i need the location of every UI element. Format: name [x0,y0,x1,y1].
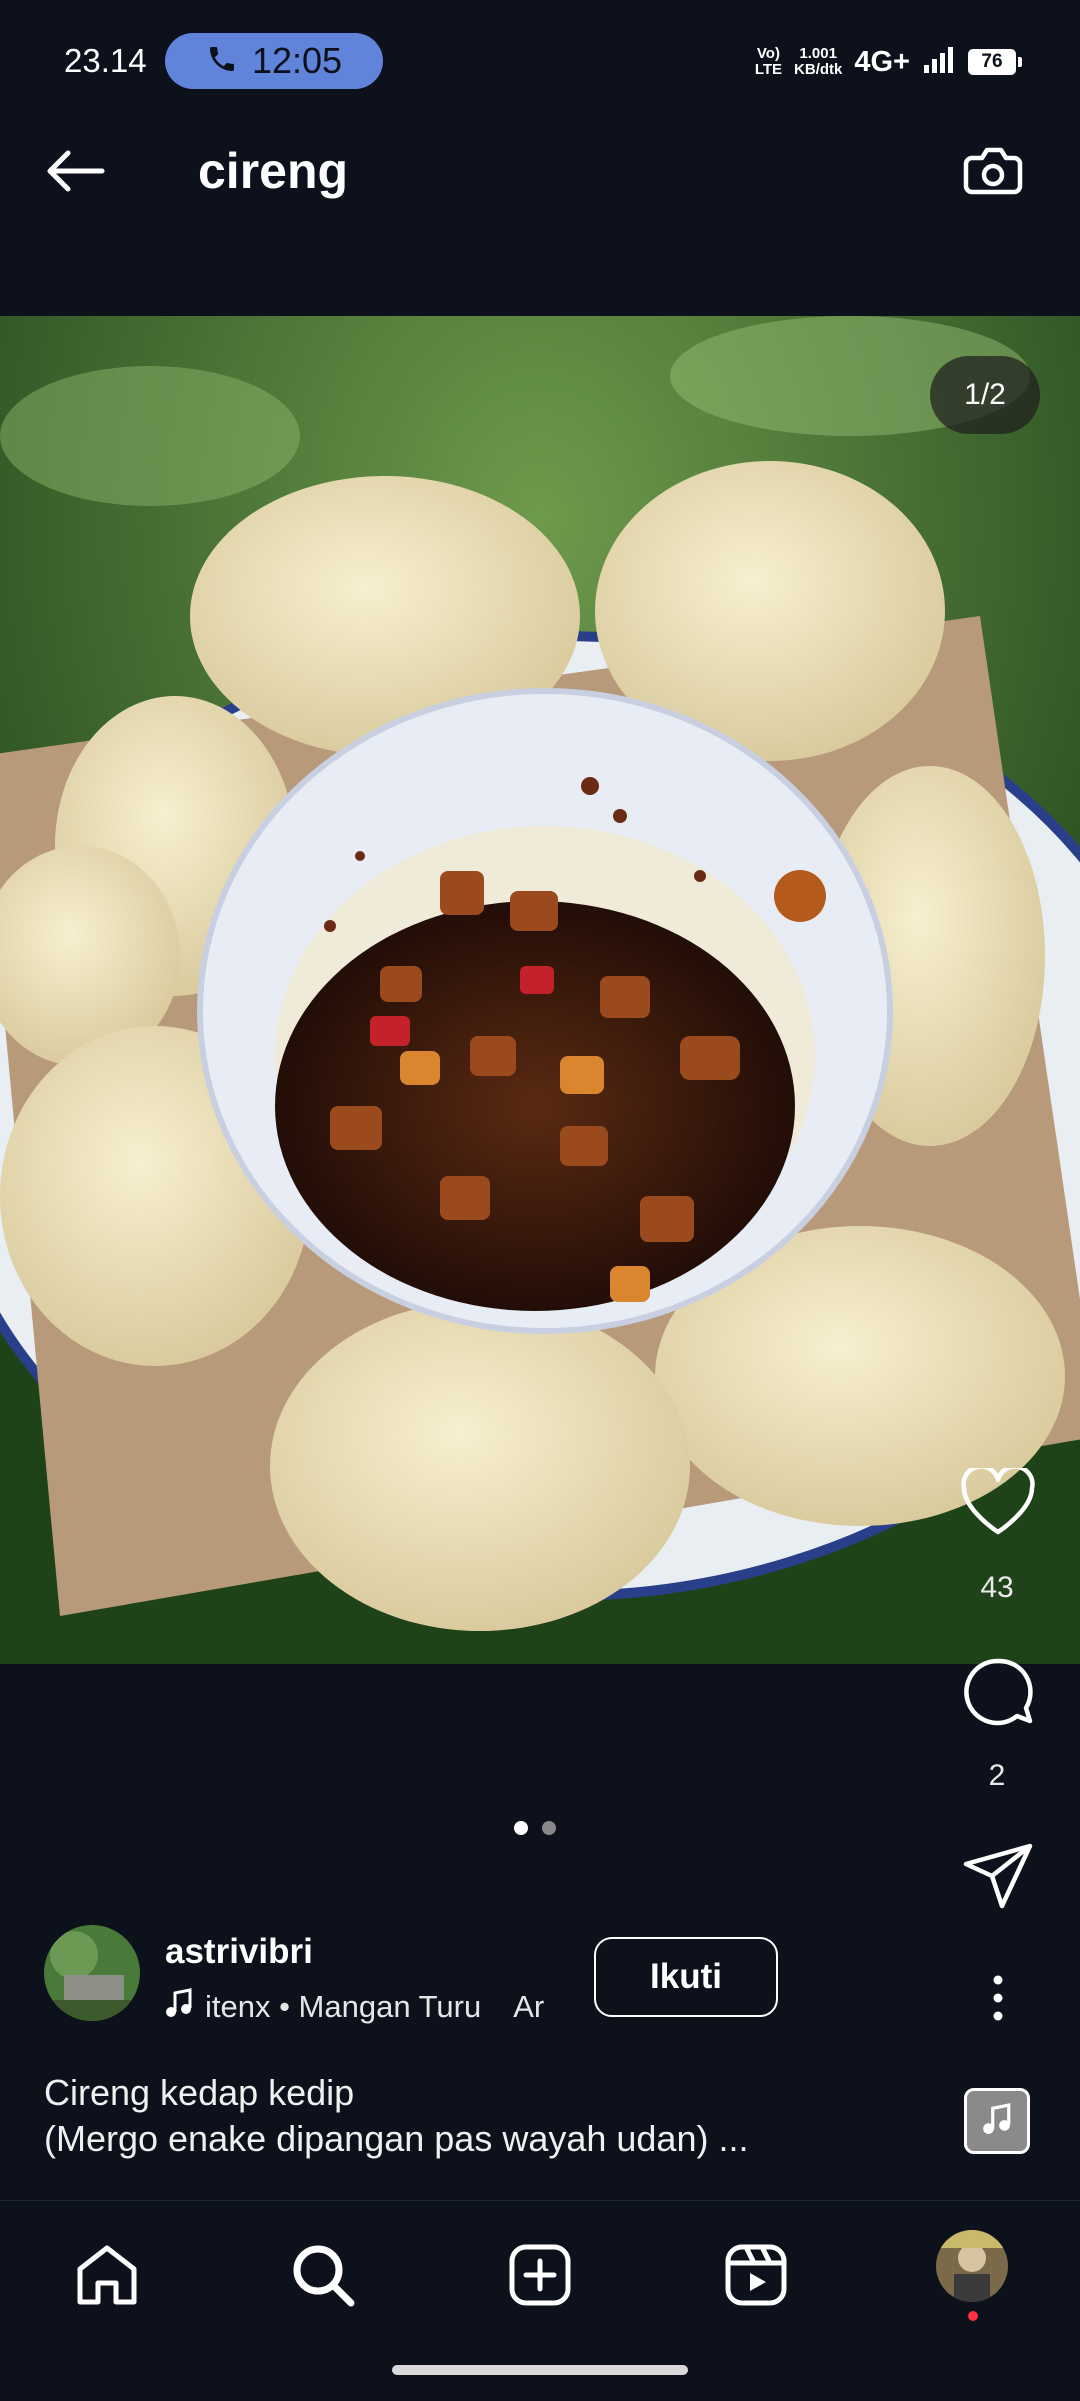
nav-home[interactable] [62,2232,152,2322]
author-username[interactable]: astrivibri [165,1932,313,1972]
like-button[interactable] [950,1462,1045,1547]
arrow-left-icon [44,149,106,198]
more-vertical-icon [992,1974,1004,2027]
nav-profile-avatar[interactable] [936,2230,1008,2302]
search-icon [290,2242,356,2313]
camera-button[interactable] [958,140,1028,206]
camera-icon [962,142,1024,205]
status-icons: Vo) LTE 1.001 KB/dtk 4G+ 76 [755,38,1080,86]
share-button[interactable] [950,1836,1045,1921]
caption-line: Cireng kedap kedip [44,2072,355,2113]
image-pager-dots [514,1821,556,1835]
like-count: 43 [980,1571,1014,1604]
phone-icon [206,43,238,80]
back-button[interactable] [40,140,110,206]
send-icon [962,1842,1034,1915]
comment-count: 2 [988,1759,1006,1792]
image-counter: 1/2 [930,356,1040,434]
call-timer: 12:05 [251,40,343,81]
nav-reels[interactable] [711,2232,801,2322]
pager-dot-active [514,1821,528,1835]
music-title-overflow: Ar [513,1989,545,2024]
music-note-icon [982,2102,1012,2140]
music-title: itenx • Mangan Turu [205,1989,482,2024]
status-time: 23.14 [64,42,147,79]
audio-thumbnail[interactable] [964,2088,1030,2154]
ongoing-call-pill[interactable]: 12:05 [165,33,383,89]
comment-button[interactable] [950,1652,1045,1737]
pager-dot [542,1821,556,1835]
network-speed: 1.001 KB/dtk [794,45,843,78]
battery-indicator: 76 [968,49,1022,75]
add-post-icon [508,2243,572,2312]
post-caption[interactable]: Cireng kedap kedip (Mergo enake dipangan… [44,2070,924,2162]
signal-icon [922,45,956,80]
follow-button[interactable]: Ikuti [594,1937,778,2017]
page-title: cireng [198,143,349,199]
music-note-icon [165,1988,193,2026]
caption-line: (Mergo enake dipangan pas wayah udan) ..… [44,2118,749,2159]
home-icon [74,2243,140,2312]
reels-icon [724,2243,788,2312]
network-type: 4G+ [854,45,910,78]
nav-search[interactable] [278,2232,368,2322]
author-avatar[interactable] [44,1925,140,2021]
post-music[interactable]: itenx • Mangan Turu Ar [165,1988,567,2026]
home-indicator[interactable] [392,2365,688,2375]
heart-icon [960,1464,1036,1541]
post-image[interactable] [0,316,1080,1664]
more-options-button[interactable] [970,1970,1026,2030]
notification-dot [968,2311,978,2321]
nav-create[interactable] [495,2232,585,2322]
comment-icon [960,1655,1036,1734]
volte-indicator: Vo) LTE [754,45,783,78]
